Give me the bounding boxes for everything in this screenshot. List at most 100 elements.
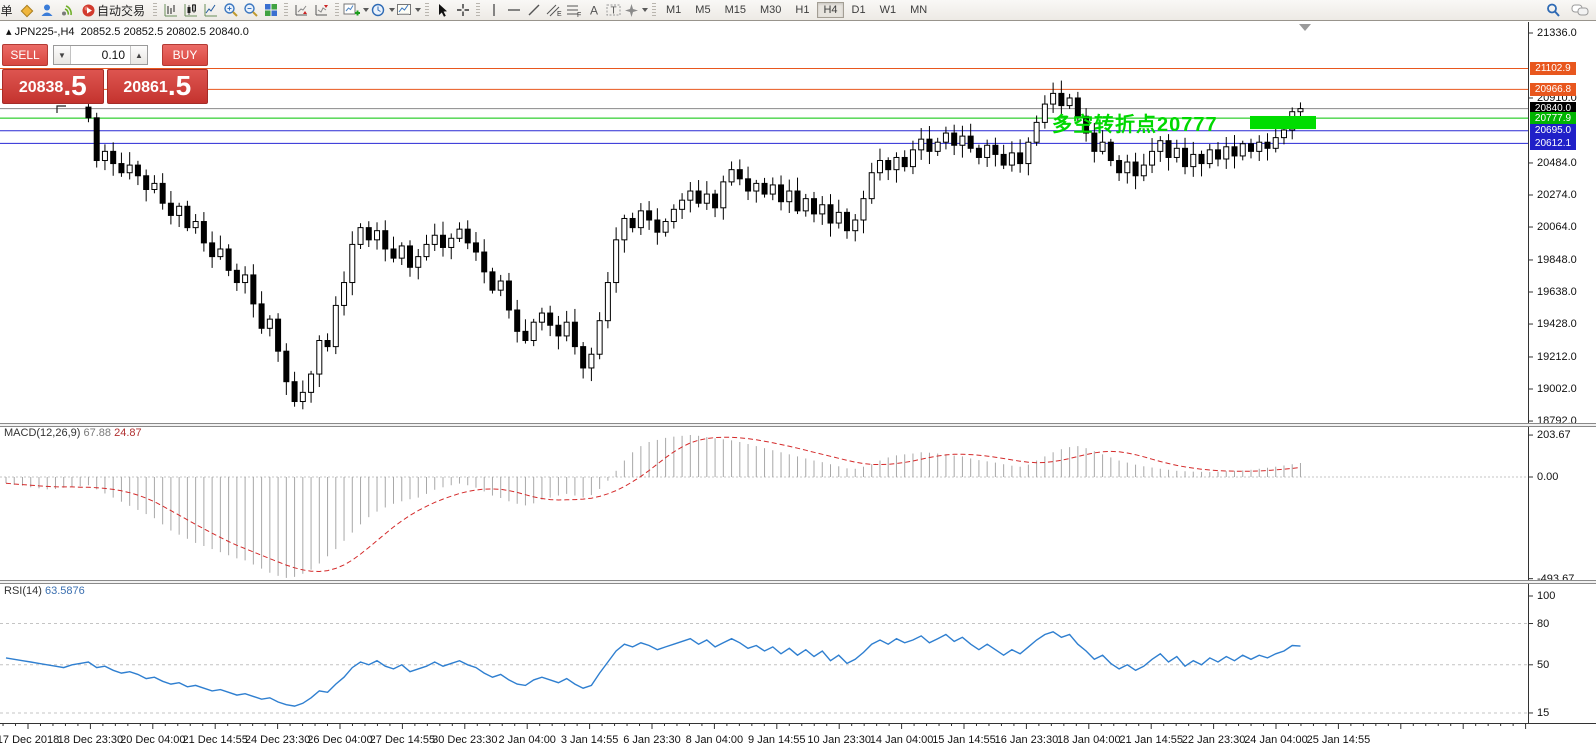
candle-body [753, 182, 760, 192]
candle-body [580, 346, 587, 369]
zoom-out-icon [243, 3, 258, 17]
candle-body [951, 132, 958, 146]
price-tick-label: 19212.0 [1537, 350, 1577, 363]
candle-body [1058, 92, 1065, 107]
toolbar-grip [335, 3, 339, 17]
text-label-button[interactable]: T [604, 1, 623, 19]
timeframe-button-d1[interactable]: D1 [846, 2, 872, 18]
zoom-in-button[interactable] [221, 1, 240, 19]
signals-button[interactable] [57, 1, 76, 19]
chat-button[interactable] [1570, 1, 1589, 19]
chart-annotation-text[interactable]: 多空转折点20777 [1052, 108, 1218, 137]
candle-body [596, 320, 603, 355]
shapes-button[interactable] [624, 1, 648, 19]
candle-body [1239, 143, 1246, 157]
bars-chart-button[interactable] [161, 1, 180, 19]
price-tick-label: 19848.0 [1537, 253, 1577, 266]
pane-separator-macd[interactable] [0, 423, 1596, 427]
tile-windows-button[interactable] [261, 1, 280, 19]
time-axis-label: 24 Dec 23:30 [244, 734, 311, 746]
candle-body [505, 280, 512, 311]
candle-body [1140, 164, 1147, 177]
chevron-down-icon [363, 8, 369, 12]
templates-button[interactable] [396, 1, 421, 19]
fibonacci-button[interactable]: F [564, 1, 583, 19]
candle-body [456, 228, 463, 239]
volume-value[interactable]: 0.10 [71, 46, 130, 64]
candle-body [1025, 141, 1032, 165]
macd-main-value: 67.88 [83, 427, 112, 439]
arrange-charts-alt-button[interactable] [312, 1, 331, 19]
candle-body [93, 117, 100, 162]
sell-button[interactable]: SELL [2, 44, 48, 66]
cursor-button[interactable] [433, 1, 452, 19]
buy-button[interactable]: BUY [162, 44, 208, 66]
text-button[interactable]: A [584, 1, 603, 19]
candle-body [1017, 152, 1024, 165]
candle-body [324, 340, 331, 348]
search-button[interactable] [1543, 1, 1562, 19]
time-axis-label: 24 Jan 04:00 [1244, 734, 1308, 746]
pane-separator-rsi[interactable] [0, 580, 1596, 584]
candle-body [769, 184, 776, 195]
volume-down-button[interactable]: ▼ [54, 46, 71, 64]
price-tick-label: 21336.0 [1537, 27, 1577, 39]
mql5-community-icon [41, 4, 52, 16]
timeframe-button-m1[interactable]: M1 [660, 2, 687, 18]
candle-body [1223, 146, 1230, 160]
candle-body [250, 274, 257, 305]
arrange-charts-button[interactable] [292, 1, 311, 19]
line-chart-button[interactable] [201, 1, 220, 19]
candle-body [942, 132, 949, 143]
candle-body [423, 243, 430, 258]
candle-body [184, 205, 191, 229]
candle-body [1149, 150, 1156, 166]
horizontal-line-button[interactable] [504, 1, 523, 19]
diamond-button[interactable] [17, 1, 36, 19]
text-icon: A [590, 4, 598, 18]
equidistant-channel-icon: E [546, 4, 562, 18]
volume-up-button[interactable]: ▲ [130, 46, 147, 64]
candle-body [827, 204, 834, 224]
candle-body [555, 324, 562, 337]
buy-price-button[interactable]: 20861.5 [106, 69, 208, 104]
timeframe-button-h1[interactable]: H1 [789, 2, 815, 18]
candle-body [275, 318, 282, 352]
price-tick-label: 19002.0 [1537, 383, 1577, 395]
timeframe-button-h4[interactable]: H4 [817, 2, 844, 18]
candle-body [687, 190, 694, 201]
autotrading-label: 自动交易 [96, 3, 145, 18]
candle-body [382, 230, 389, 250]
candles-chart-button[interactable] [181, 1, 200, 19]
vertical-line-button[interactable] [484, 1, 503, 19]
candle-body [621, 217, 628, 241]
trendline-button[interactable] [524, 1, 543, 19]
candle-body [613, 239, 620, 284]
profiles-button[interactable] [370, 1, 395, 19]
candle-body [1008, 152, 1015, 166]
candle-body [258, 303, 265, 329]
new-chart-button[interactable] [343, 1, 369, 19]
cursor-icon [438, 4, 447, 17]
diamond-icon [20, 4, 34, 17]
timeframe-button-m5[interactable]: M5 [689, 2, 716, 18]
candle-body [786, 190, 793, 203]
candle-body [192, 221, 199, 229]
timeframe-button-w1[interactable]: W1 [874, 2, 903, 18]
signals-icon [61, 5, 72, 16]
candle-body [918, 138, 925, 151]
chart-canvas[interactable] [0, 0, 1596, 756]
candle-body [926, 138, 933, 152]
mql5-community-button[interactable] [37, 1, 56, 19]
new-order-button[interactable]: 单 [0, 1, 16, 19]
equidistant-channel-button[interactable]: E [544, 1, 563, 19]
timeframe-button-mn[interactable]: MN [904, 2, 933, 18]
timeframe-button-m30[interactable]: M30 [754, 2, 787, 18]
zoom-out-button[interactable] [241, 1, 260, 19]
crosshair-button[interactable] [453, 1, 472, 19]
sell-price-button[interactable]: 20838.5 [2, 69, 104, 104]
svg-text:F: F [577, 12, 581, 18]
timeframe-button-m15[interactable]: M15 [719, 2, 752, 18]
chart-shift-marker[interactable] [1299, 24, 1311, 31]
autotrading-button[interactable]: 自动交易 [77, 1, 149, 19]
